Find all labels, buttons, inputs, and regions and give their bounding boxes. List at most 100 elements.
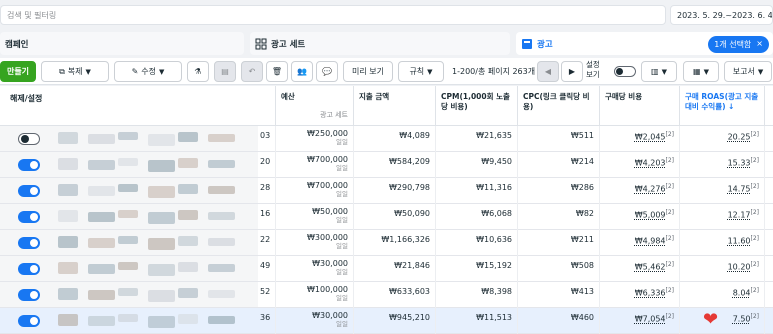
- table-row[interactable]: [0, 230, 258, 256]
- selected-count-badge[interactable]: 1개 선택함 ×: [708, 36, 769, 53]
- sort-desc-icon: ↓: [728, 102, 735, 111]
- ad-status-toggle[interactable]: [18, 315, 40, 327]
- table-row[interactable]: [0, 178, 258, 204]
- columns-button[interactable]: ▥ ▼: [641, 61, 677, 82]
- spend-cell: ₩4,089: [354, 126, 436, 152]
- ad-thumbnail-obscured: [118, 262, 138, 270]
- budget-cell: ₩300,000 일일: [276, 230, 354, 256]
- table-row[interactable]: [0, 204, 258, 230]
- ad-thumbnail-obscured: [58, 210, 78, 222]
- roas-column-header[interactable]: 구매 ROAS(광고 지출 대비 수익률) ↓: [680, 86, 765, 126]
- date-range-picker[interactable]: 2023. 5. 29.~2023. 6. 4.: [670, 5, 773, 25]
- chevron-down-icon: ▼: [159, 67, 165, 76]
- duplicate-button[interactable]: ⧉ 복제 ▼: [41, 61, 109, 82]
- table-row[interactable]: [0, 308, 258, 334]
- table-row[interactable]: [0, 152, 258, 178]
- cost-per-purchase-cell: ₩2,045[2]: [600, 126, 680, 152]
- ad-thumbnail-obscured: [178, 158, 198, 168]
- ad-thumbnail-obscured: [118, 132, 138, 140]
- ad-status-toggle[interactable]: [18, 133, 40, 145]
- table-row[interactable]: [0, 282, 258, 308]
- table-row[interactable]: 16 ₩50,000 일일 ₩50,090 ₩6,068 ₩82 ₩5,009[2] 12.1…: [258, 204, 773, 230]
- ad-thumbnail-obscured: [148, 264, 175, 276]
- table-row[interactable]: 28 ₩700,000 일일 ₩290,798 ₩11,316 ₩286 ₩4,276[2]…: [258, 178, 773, 204]
- spend-cell: ₩584,209: [354, 152, 436, 178]
- table-row[interactable]: 22 ₩300,000 일일 ₩1,166,326 ₩10,636 ₩211 ₩4,984[…: [258, 230, 773, 256]
- clear-selection-icon[interactable]: ×: [756, 39, 763, 50]
- comment-button[interactable]: 💬: [316, 61, 338, 82]
- ad-thumbnail-obscured: [208, 316, 235, 324]
- ad-status-toggle[interactable]: [18, 159, 40, 171]
- ad-thumbnail-obscured: [88, 264, 115, 274]
- cpm-column-header[interactable]: CPM(1,000회 노출당 비용): [436, 86, 518, 126]
- create-button[interactable]: 만들기: [0, 61, 36, 82]
- toggle-column-header[interactable]: 해제/설정: [10, 94, 44, 104]
- ads-table: 해제/설정 예산 광고 세트 지출 금액 CPM(1,000회 노출당 비용) …: [0, 86, 773, 334]
- cpm-cell: ₩8,398: [436, 282, 518, 308]
- table-row[interactable]: 49 ₩30,000 일일 ₩21,846 ₩15,192 ₩508 ₩5,462[2] 10…: [258, 256, 773, 282]
- ad-thumbnail-obscured: [148, 238, 175, 250]
- budget-column-header[interactable]: 예산 광고 세트: [276, 86, 354, 126]
- ad-status-toggle[interactable]: [18, 211, 40, 223]
- cost-per-purchase-cell: ₩6,336[2]: [600, 282, 680, 308]
- search-input[interactable]: 검색 및 필터링: [0, 5, 666, 25]
- ad-status-toggle[interactable]: [18, 263, 40, 275]
- settings-column-header[interactable]: [765, 86, 773, 126]
- cpc-cell: ₩214: [518, 152, 600, 178]
- table-row[interactable]: 20 ₩700,000 일일 ₩584,209 ₩9,450 ₩214 ₩4,203[2] 1…: [258, 152, 773, 178]
- prev-page-button[interactable]: ◀: [537, 61, 559, 82]
- cost-per-purchase-column-header[interactable]: 구매당 비용: [600, 86, 680, 126]
- tab-campaign[interactable]: 캠페인: [0, 32, 244, 55]
- ad-thumbnail-obscured: [208, 264, 235, 272]
- undo-button[interactable]: ↶: [241, 61, 263, 82]
- chevron-down-icon: ▼: [703, 67, 709, 76]
- table-row[interactable]: [0, 126, 258, 152]
- cpc-column-header[interactable]: CPC(링크 클릭당 비용): [518, 86, 600, 126]
- settings-view-toggle[interactable]: [614, 66, 636, 77]
- ad-thumbnail-obscured: [208, 290, 235, 298]
- delete-button[interactable]: 🗑: [266, 61, 288, 82]
- preview-button[interactable]: 미리 보기: [343, 61, 393, 82]
- create-button-label: 만들기: [6, 67, 30, 76]
- tab-ad[interactable]: 광고 1개 선택함 ×: [516, 32, 773, 55]
- row-index: 22: [258, 230, 276, 256]
- chevron-down-icon: ▼: [757, 67, 764, 76]
- trash-icon: 🗑: [271, 67, 283, 76]
- audience-button[interactable]: 👥: [291, 61, 313, 82]
- table-row[interactable]: [0, 256, 258, 282]
- ad-thumbnail-obscured: [178, 184, 198, 194]
- cost-per-purchase-cell: ₩7,054[2]: [600, 308, 680, 334]
- spend-cell: ₩290,798: [354, 178, 436, 204]
- rules-button[interactable]: 규칙 ▼: [398, 61, 444, 82]
- tab-adset[interactable]: 광고 세트: [250, 32, 510, 55]
- clipboard-button[interactable]: ▤: [214, 61, 236, 82]
- test-button[interactable]: ⚗: [187, 61, 209, 82]
- preview-button-label: 미리 보기: [352, 67, 384, 76]
- row-index: 16: [258, 204, 276, 230]
- ad-status-toggle[interactable]: [18, 237, 40, 249]
- table-row[interactable]: 36 ₩30,000 일일 ₩945,210 ₩11,513 ₩460 ₩7,054[2] 7…: [258, 308, 773, 334]
- reports-button[interactable]: 보고서 ▼: [724, 61, 772, 82]
- ad-thumbnail-obscured: [88, 212, 115, 222]
- row-index: 20: [258, 152, 276, 178]
- table-row[interactable]: 52 ₩100,000 일일 ₩633,603 ₩8,398 ₩413 ₩6,336[2] 8…: [258, 282, 773, 308]
- heart-icon: ❤: [703, 309, 719, 330]
- ad-status-toggle[interactable]: [18, 289, 40, 301]
- cpm-cell: ₩10,636: [436, 230, 518, 256]
- people-icon: 👥: [297, 67, 307, 76]
- ad-thumbnail-obscured: [88, 290, 115, 300]
- spend-column-header[interactable]: 지출 금액: [354, 86, 436, 126]
- settings-view-label: 설정 보기: [586, 60, 600, 79]
- ad-status-toggle[interactable]: [18, 185, 40, 197]
- budget-cell: ₩700,000 일일: [276, 178, 354, 204]
- breakdown-button[interactable]: ▦ ▼: [683, 61, 719, 82]
- ad-thumbnail-obscured: [178, 236, 198, 246]
- edit-button[interactable]: ✎ 수정 ▼: [114, 61, 182, 82]
- ad-thumbnail-obscured: [178, 314, 198, 324]
- cost-per-purchase-cell: ₩4,984[2]: [600, 230, 680, 256]
- ad-name-column: 해제/설정: [0, 86, 258, 334]
- roas-cell: 7.50[2]: [680, 308, 765, 334]
- table-row[interactable]: 03 ₩250,000 일일 ₩4,089 ₩21,635 ₩511 ₩2,045[2] 20…: [258, 126, 773, 152]
- next-page-button[interactable]: ▶: [561, 61, 583, 82]
- ad-thumbnail-obscured: [148, 290, 175, 302]
